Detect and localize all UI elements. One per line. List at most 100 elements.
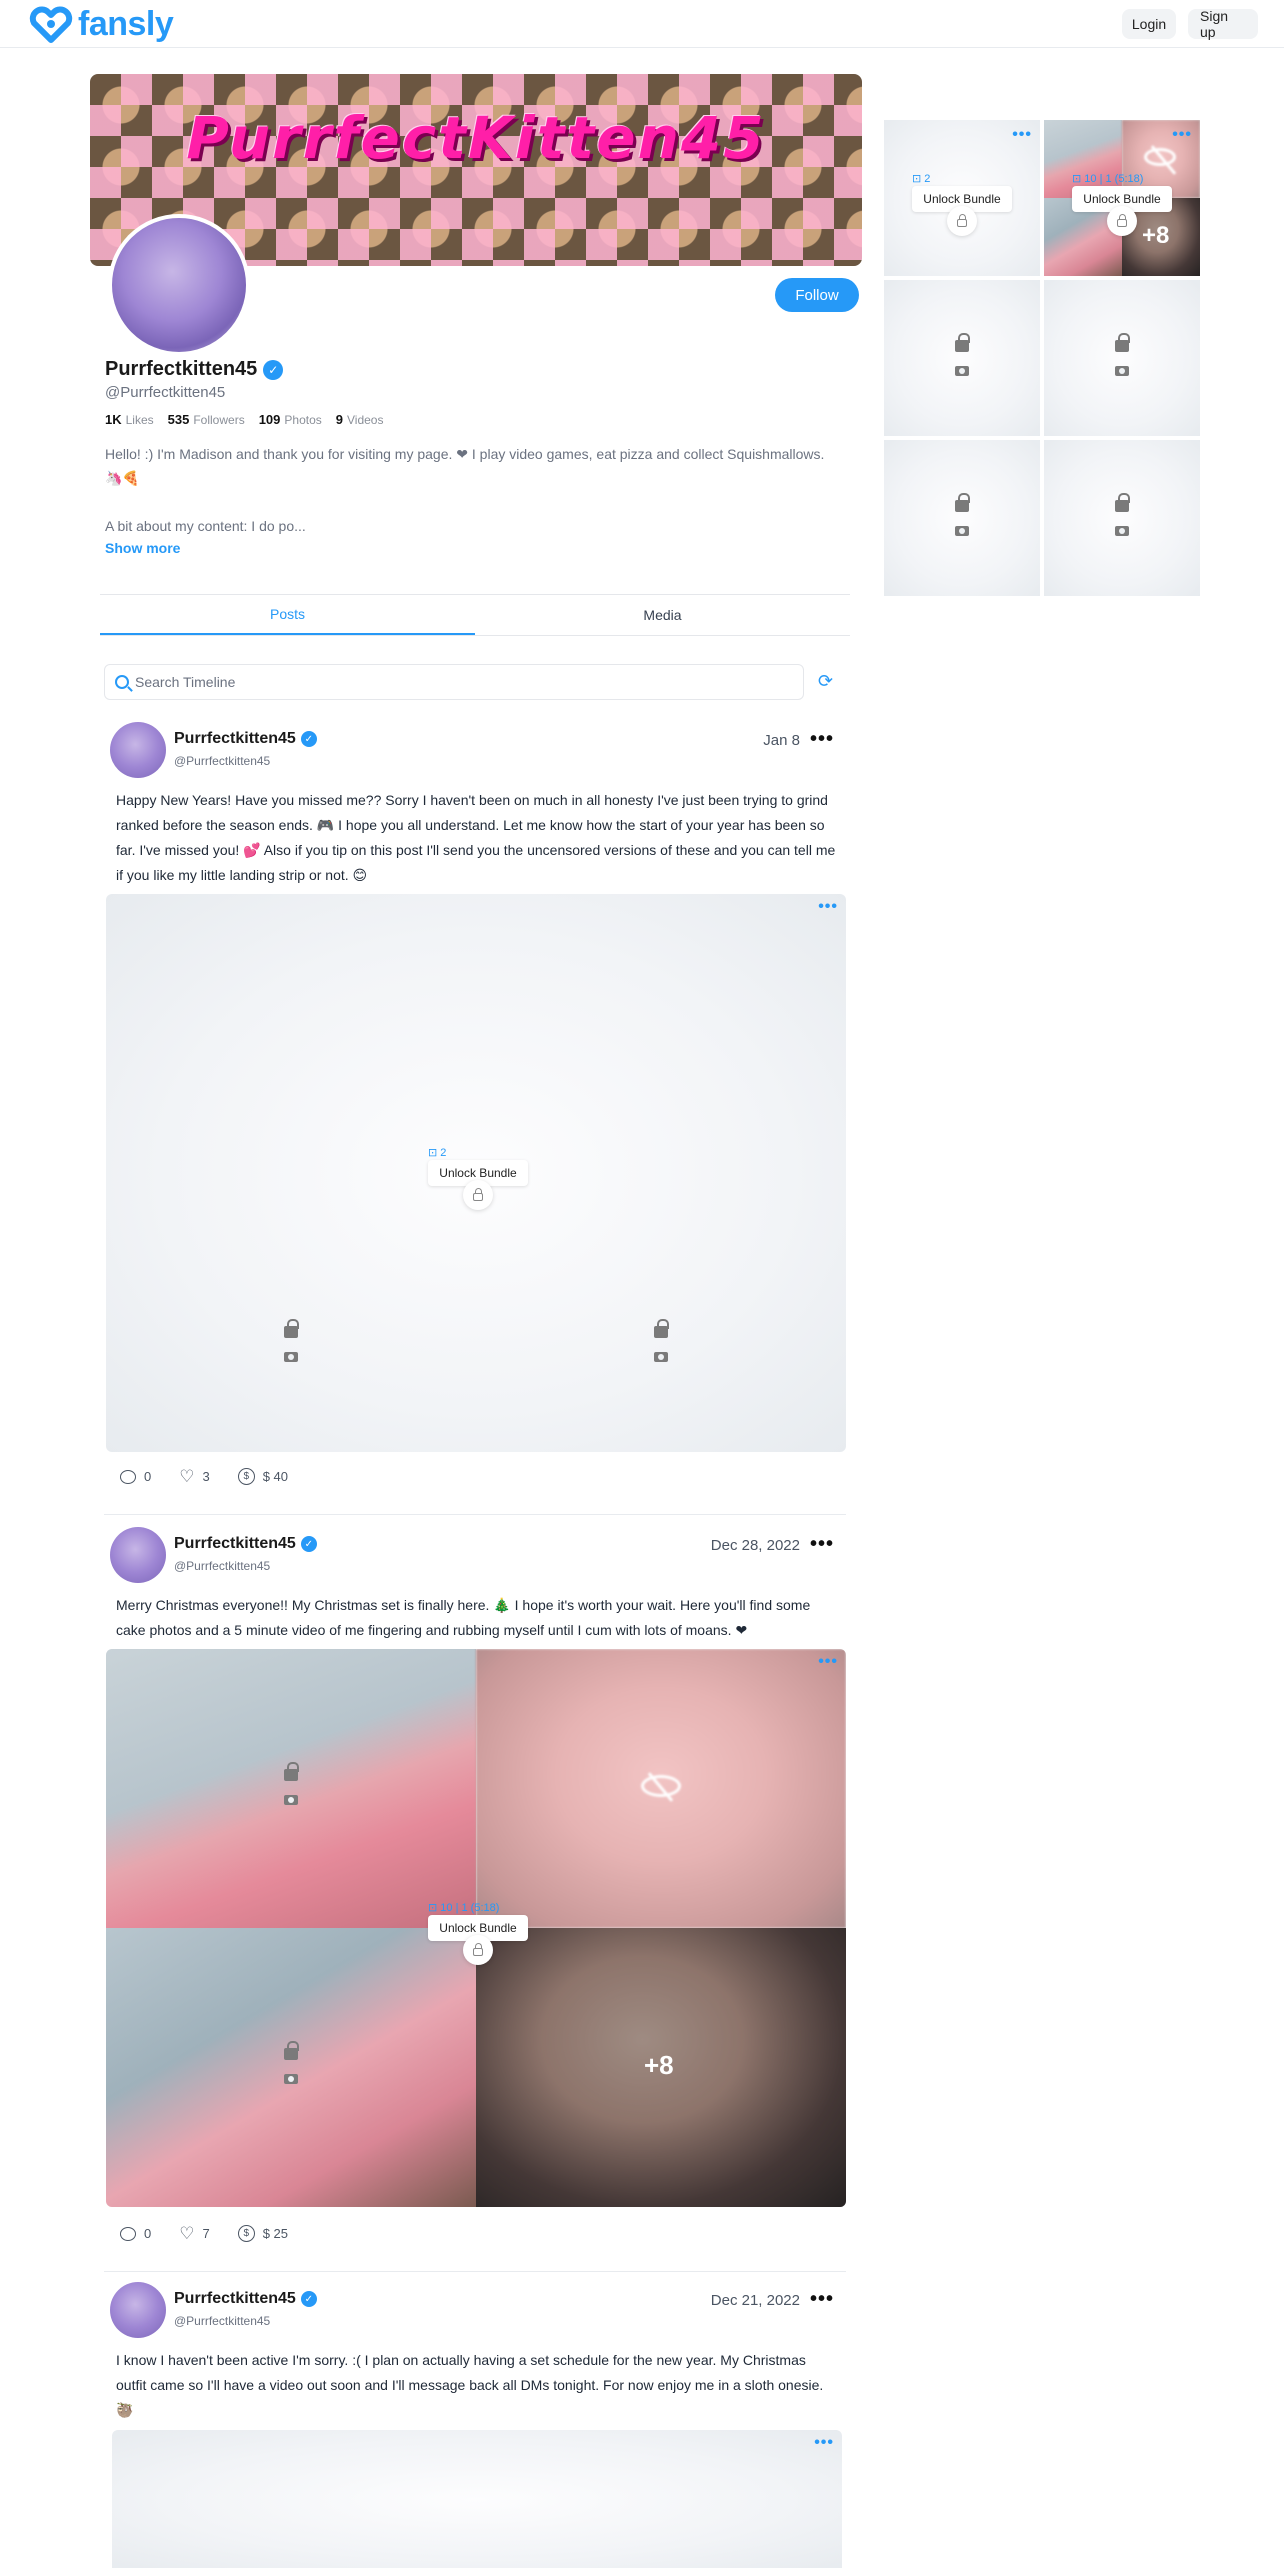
post-more-icon[interactable]: ••• xyxy=(810,2288,834,2311)
tab-posts[interactable]: Posts xyxy=(100,595,475,635)
profile-avatar[interactable] xyxy=(108,214,250,356)
lock-icon xyxy=(955,333,970,352)
search-icon xyxy=(115,675,129,689)
post-handle[interactable]: @Purrfectkitten45 xyxy=(174,1559,270,1573)
camera-icon xyxy=(1115,526,1129,536)
verified-icon: ✓ xyxy=(263,359,284,380)
unlock-bundle[interactable]: ⊡ 2 Unlock Bundle xyxy=(428,1146,528,1212)
like-action[interactable]: ♡ 3 xyxy=(179,1466,209,1486)
post-handle[interactable]: @Purrfectkitten45 xyxy=(174,754,270,768)
media-thumbnail[interactable] xyxy=(106,1649,476,1928)
more-media-count: +8 xyxy=(644,2050,674,2080)
sidebar-media-tile[interactable] xyxy=(884,440,1040,596)
unlock-bundle[interactable]: ⊡ 10 | 1 (5:18) Unlock Bundle xyxy=(428,1901,528,1967)
banner-title: PurrfectKitten45 xyxy=(186,104,766,172)
stat-followers: 535 Followers xyxy=(167,412,245,427)
follow-button[interactable]: Follow xyxy=(775,278,859,312)
media-more-icon[interactable]: ••• xyxy=(1012,126,1032,144)
post-avatar[interactable] xyxy=(110,1527,166,1583)
sidebar-media-tile[interactable] xyxy=(884,280,1040,436)
lock-icon[interactable] xyxy=(463,1935,493,1965)
profile-bio: Hello! :) I'm Madison and thank you for … xyxy=(105,442,835,562)
post-avatar[interactable] xyxy=(110,722,166,778)
stat-likes: 1K Likes xyxy=(105,412,154,427)
post: Purrfectkitten45 ✓ @Purrfectkitten45 Dec… xyxy=(104,2282,846,2568)
post-author-name[interactable]: Purrfectkitten45 xyxy=(174,730,296,748)
bundle-count: ⊡ 2 xyxy=(912,173,931,185)
post-text: Merry Christmas everyone!! My Christmas … xyxy=(116,1597,811,1638)
comment-icon xyxy=(120,2226,136,2241)
tab-media[interactable]: Media xyxy=(475,595,850,635)
search-timeline-input[interactable]: Search Timeline xyxy=(104,664,804,700)
lock-icon xyxy=(284,1319,299,1338)
sidebar-media-tile[interactable]: ••• ⊡ 2 Unlock Bundle xyxy=(884,120,1040,276)
refresh-icon[interactable]: ⟳ xyxy=(818,672,836,690)
comment-action[interactable]: 0 xyxy=(120,1469,151,1484)
comment-action[interactable]: 0 xyxy=(120,2226,151,2241)
camera-icon xyxy=(955,366,969,376)
post-more-icon[interactable]: ••• xyxy=(810,1533,834,1556)
lock-icon xyxy=(284,1762,299,1781)
media-more-icon[interactable]: ••• xyxy=(818,1653,838,1671)
post-handle[interactable]: @Purrfectkitten45 xyxy=(174,2314,270,2328)
hidden-eye-icon xyxy=(641,1775,681,1797)
media-more-icon[interactable]: ••• xyxy=(814,2434,834,2452)
sidebar-media-tile-grid[interactable]: +8 ••• ⊡ 10 | 1 (5:18) Unlock Bundle xyxy=(1044,120,1200,276)
tip-action[interactable]: $ $ 40 xyxy=(237,1468,288,1485)
tip-action[interactable]: $ $ 25 xyxy=(237,2225,288,2242)
post-more-icon[interactable]: ••• xyxy=(810,728,834,751)
post-avatar[interactable] xyxy=(110,2282,166,2338)
post-author[interactable]: Purrfectkitten45 ✓ xyxy=(174,2290,317,2308)
logo-text: fansly xyxy=(78,4,174,43)
login-button[interactable]: Login xyxy=(1122,9,1176,39)
lock-icon xyxy=(1115,493,1130,512)
media-thumbnail[interactable] xyxy=(106,1928,476,2207)
fansly-logo[interactable]: fansly xyxy=(28,4,174,44)
bundle-count: ⊡ 2 xyxy=(428,1147,447,1159)
camera-icon xyxy=(955,526,969,536)
post-author[interactable]: Purrfectkitten45 ✓ xyxy=(174,1535,317,1553)
lock-icon xyxy=(1115,333,1130,352)
post-author-name[interactable]: Purrfectkitten45 xyxy=(174,2290,296,2308)
sidebar-media-tile[interactable] xyxy=(1044,440,1200,596)
profile-stats: 1K Likes 535 Followers 109 Photos 9 Videos xyxy=(105,412,383,427)
media-more-icon[interactable]: ••• xyxy=(1172,126,1192,144)
camera-icon xyxy=(284,1795,298,1805)
media-thumbnail-more[interactable]: +8 xyxy=(476,1928,846,2207)
post-divider xyxy=(104,1514,846,1515)
bio-line-2: A bit about my content: I do po... xyxy=(105,518,306,534)
lock-icon[interactable] xyxy=(463,1180,493,1210)
top-navbar: fansly Login Sign up xyxy=(0,0,1284,48)
signup-button[interactable]: Sign up xyxy=(1188,8,1258,40)
show-more-link[interactable]: Show more xyxy=(105,540,180,556)
verified-icon: ✓ xyxy=(300,731,317,747)
media-thumbnail-hidden[interactable] xyxy=(476,1649,846,1928)
hidden-eye-icon xyxy=(1144,148,1176,166)
lock-icon[interactable] xyxy=(947,206,977,236)
media-more-icon[interactable]: ••• xyxy=(818,898,838,916)
lock-icon[interactable] xyxy=(1107,206,1137,236)
camera-icon xyxy=(284,2074,298,2084)
profile-handle: @Purrfectkitten45 xyxy=(105,384,226,401)
verified-icon: ✓ xyxy=(300,1536,317,1552)
post-date[interactable]: Jan 8 xyxy=(763,732,800,749)
tip-icon: $ xyxy=(237,2225,255,2242)
lock-icon xyxy=(284,2041,299,2060)
post-text: Happy New Years! Have you missed me?? So… xyxy=(116,792,836,883)
like-action[interactable]: ♡ 7 xyxy=(179,2225,209,2242)
post-text: I know I haven't been active I'm sorry. … xyxy=(116,2352,824,2418)
post-author-name[interactable]: Purrfectkitten45 xyxy=(174,1535,296,1553)
bio-line-1: Hello! :) I'm Madison and thank you for … xyxy=(105,446,825,486)
post-media-locked[interactable]: ••• xyxy=(112,2430,842,2568)
post-author[interactable]: Purrfectkitten45 ✓ xyxy=(174,730,317,748)
sidebar-media-tile[interactable] xyxy=(1044,280,1200,436)
post-divider xyxy=(104,2271,846,2272)
post-date[interactable]: Dec 21, 2022 xyxy=(711,2292,800,2309)
lock-icon xyxy=(955,493,970,512)
unlock-bundle[interactable]: ⊡ 10 | 1 (5:18) Unlock Bundle xyxy=(1072,172,1172,238)
post-date[interactable]: Dec 28, 2022 xyxy=(711,1537,800,1554)
camera-icon: ⊡ xyxy=(912,173,925,185)
unlock-bundle[interactable]: ⊡ 2 Unlock Bundle xyxy=(912,172,1012,238)
heart-icon: ♡ xyxy=(179,1466,195,1486)
camera-icon xyxy=(284,1352,298,1362)
